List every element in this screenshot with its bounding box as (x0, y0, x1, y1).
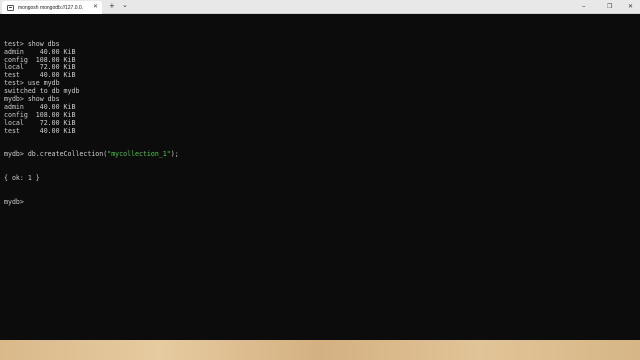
close-window-button[interactable]: ✕ (628, 2, 633, 11)
terminal-line: local 72.00 KiB (4, 63, 76, 72)
terminal-line: test> show dbs (4, 39, 60, 48)
terminal-line: switched to db mydb (4, 87, 80, 96)
terminal-line: config 108.00 KiB (4, 55, 76, 64)
tab-close-icon[interactable]: ✕ (93, 3, 98, 11)
tab-dropdown-icon[interactable]: ⌄ (122, 1, 128, 10)
result-prefix: { ok: (4, 174, 28, 183)
terminal-history: test> show dbs admin 40.00 KiB config 108.… (4, 39, 634, 136)
terminal-output[interactable]: test> show dbs admin 40.00 KiB config 108.… (4, 25, 634, 215)
new-tab-button[interactable]: + (109, 2, 115, 11)
minimize-button[interactable]: – (582, 2, 586, 11)
terminal-line: local 72.00 KiB (4, 118, 76, 127)
terminal-line: test> use mydb (4, 79, 60, 88)
desktop-background (0, 340, 640, 360)
command-suffix: ); (170, 150, 179, 159)
terminal-line: config 108.00 KiB (4, 110, 76, 119)
collection-name-string: "mycollection_1" (107, 150, 171, 159)
command-text: mydb> db.createCollection( (4, 150, 108, 159)
create-collection-command: mydb> db.createCollection("mycollection_… (4, 150, 634, 159)
maximize-button[interactable]: ❐ (607, 2, 612, 11)
terminal-line: test 40.00 KiB (4, 126, 76, 135)
tab-title: mongosh mongodb://127.0.0. (18, 4, 84, 11)
terminal-line: mydb> show dbs (4, 95, 60, 104)
title-bar: mongosh mongodb://127.0.0. ✕ + ⌄ – ❐ ✕ (0, 0, 640, 14)
command-result: { ok: 1 } (4, 174, 634, 183)
terminal-line: admin 40.00 KiB (4, 102, 76, 111)
current-prompt[interactable]: mydb> (4, 198, 634, 207)
terminal-line: admin 40.00 KiB (4, 47, 76, 56)
terminal-tab[interactable]: mongosh mongodb://127.0.0. ✕ (2, 1, 102, 14)
terminal-icon (7, 4, 14, 11)
result-suffix: } (31, 174, 40, 183)
terminal-line: test 40.00 KiB (4, 71, 76, 80)
